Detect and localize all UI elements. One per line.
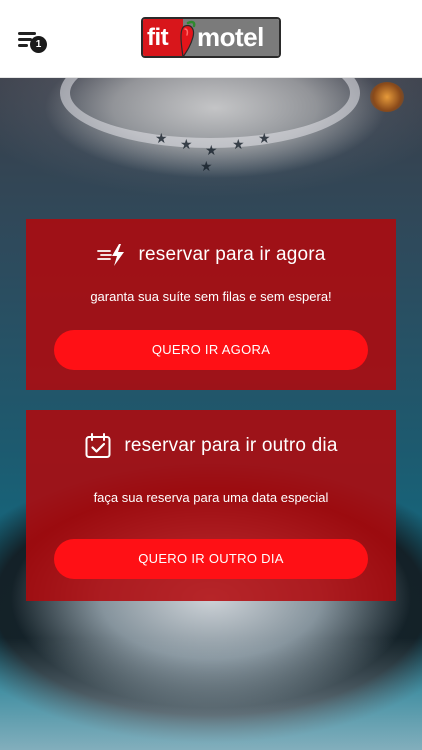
go-other-day-button[interactable]: QUERO IR OUTRO DIA — [54, 539, 368, 579]
star-decoration: ★ — [205, 142, 218, 158]
star-decoration: ★ — [232, 136, 245, 152]
reserve-other-day-subtitle: faça sua reserva para uma data especial — [93, 490, 329, 505]
menu-icon — [18, 32, 36, 35]
star-decoration: ★ — [155, 130, 168, 146]
reserve-other-day-title: reservar para ir outro dia — [124, 435, 338, 456]
star-decoration: ★ — [258, 130, 271, 146]
menu-icon-line — [18, 44, 28, 47]
reserve-other-day-title-row: reservar para ir outro dia — [26, 431, 396, 461]
reserve-other-day-card: reservar para ir outro dia faça sua rese… — [26, 410, 396, 601]
go-now-button[interactable]: QUERO IR AGORA — [54, 330, 368, 370]
floor — [0, 638, 422, 750]
star-decoration: ★ — [200, 158, 213, 174]
notification-badge: 1 — [30, 36, 47, 53]
menu-button[interactable]: 1 — [18, 30, 50, 54]
wall-lamp — [370, 82, 404, 112]
reserve-now-card: reservar para ir agora garanta sua suíte… — [26, 219, 396, 390]
reserve-now-title-row: reservar para ir agora — [26, 241, 396, 269]
chili-pepper-icon — [180, 20, 196, 56]
reserve-now-title: reservar para ir agora — [138, 244, 326, 265]
ceiling-ring — [60, 78, 360, 148]
fast-lightning-icon — [96, 241, 128, 269]
fit-motel-logo: fit motel — [141, 17, 281, 58]
star-decoration: ★ — [180, 136, 193, 152]
calendar-check-icon — [84, 432, 112, 460]
reserve-now-subtitle: garanta sua suíte sem filas e sem espera… — [90, 289, 332, 304]
app-header: 1 fit motel — [0, 0, 422, 78]
